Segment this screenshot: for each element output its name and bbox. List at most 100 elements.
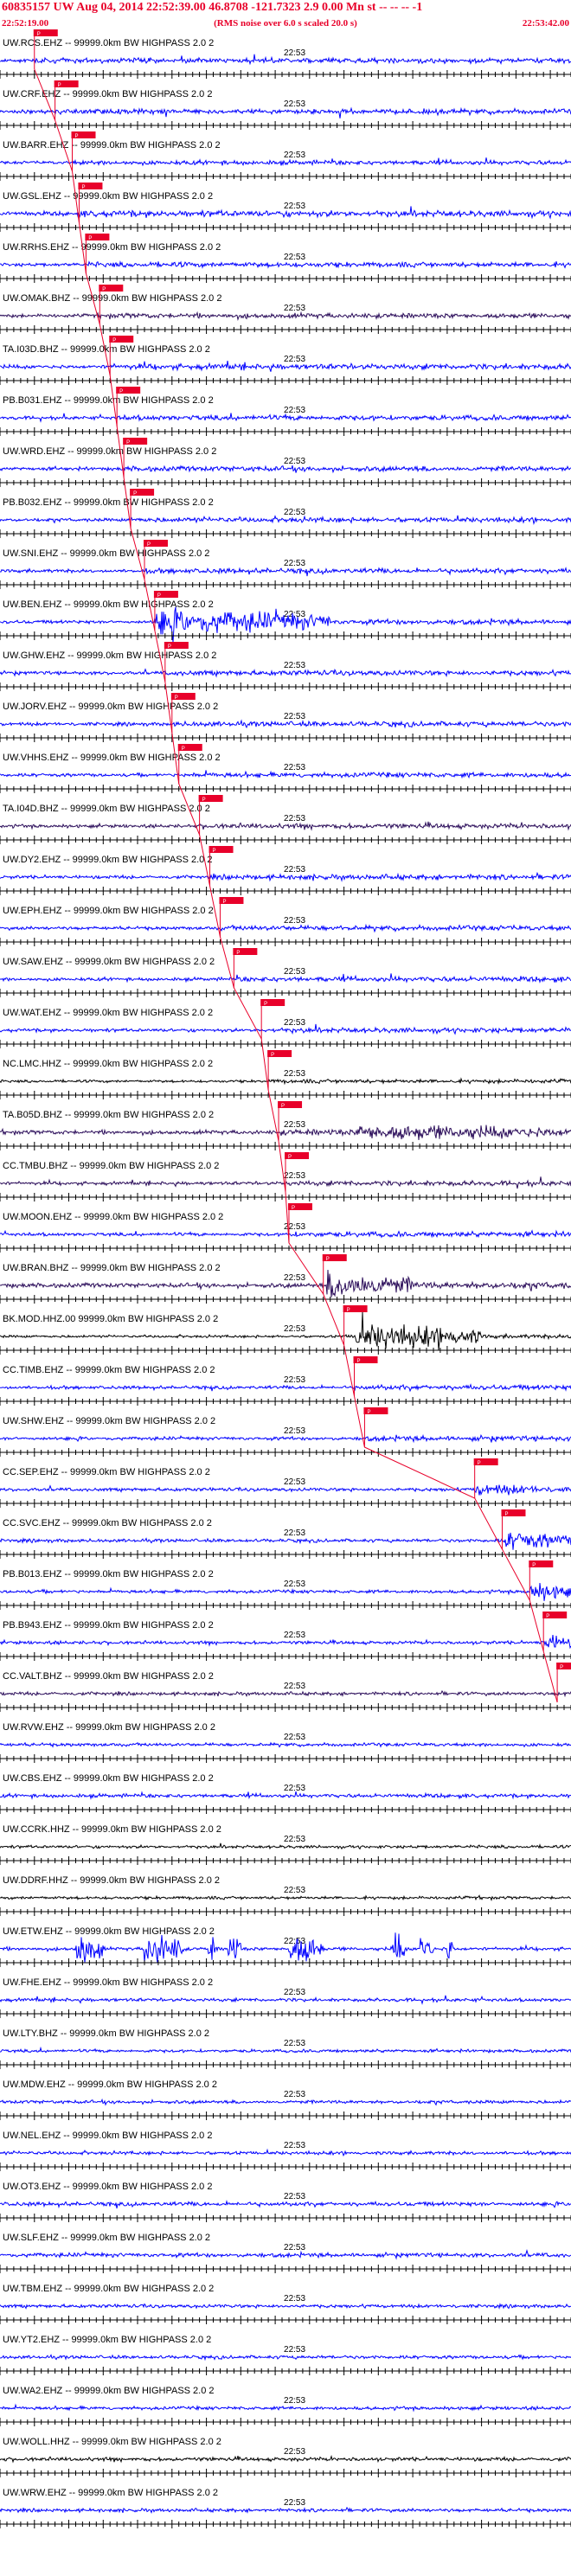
minute-tick-label: 22:53	[284, 1988, 305, 1997]
waveform-trace	[0, 2098, 571, 2106]
minute-tick-label: 22:53	[284, 814, 305, 823]
minute-tick-label: 22:53	[284, 2345, 305, 2355]
waveform-trace	[0, 923, 571, 933]
trace-label: UW.WOLL.HHZ -- 99999.0km BW HIGHPASS 2.0…	[3, 2437, 221, 2447]
pick-flag-label: P	[147, 542, 151, 548]
trace-label: UW.WA2.EHZ -- 99999.0km BW HIGHPASS 2.0 …	[3, 2386, 215, 2396]
pick-flag-label: P	[58, 83, 61, 88]
trace-label: PB.B032.EHZ -- 99999.0km BW HIGHPASS 2.0…	[3, 497, 214, 508]
pick-flag-label: P	[126, 440, 130, 445]
minute-tick-label: 22:53	[284, 865, 305, 875]
waveform-trace	[0, 2454, 571, 2464]
waveform-trace	[0, 2148, 571, 2157]
minute-tick-label: 22:53	[284, 1580, 305, 1589]
pick-flag-label: P	[157, 593, 161, 599]
pick-flag-label: P	[112, 338, 116, 343]
trace-label: UW.RRHS.EHZ -- 99999.0km BW HIGHPASS 2.0…	[3, 242, 221, 253]
trace-label: UW.GSL.EHZ -- 99999.0km BW HIGHPASS 2.0 …	[3, 191, 213, 202]
trace-label: UW.SHW.EHZ -- 99999.0km BW HIGHPASS 2.0 …	[3, 1416, 215, 1426]
waveform-trace	[0, 2303, 571, 2310]
trace-label: TA.B05D.BHZ -- 99999.0km BW HIGHPASS 2.0…	[3, 1110, 214, 1120]
trace-label: TA.I04D.BHZ -- 99999.0km BW HIGHPASS 2.0…	[3, 804, 210, 814]
waveform-trace	[0, 2403, 571, 2413]
trace-label: UW.VHHS.EHZ -- 99999.0km BW HIGHPASS 2.0…	[3, 753, 221, 763]
minute-tick-label: 22:53	[284, 1273, 305, 1283]
trace-label: UW.CCRK.HHZ -- 99999.0km BW HIGHPASS 2.0…	[3, 1824, 221, 1835]
pick-flag-label: P	[367, 1410, 370, 1415]
minute-tick-label: 22:53	[284, 202, 305, 211]
pick-flag-label: P	[119, 389, 123, 394]
minute-tick-label: 22:53	[284, 1784, 305, 1793]
trace-label: UW.MDW.EHZ -- 99999.0km BW HIGHPASS 2.0 …	[3, 2079, 217, 2090]
trace-label: PB.B013.EHZ -- 99999.0km BW HIGHPASS 2.0…	[3, 1569, 214, 1580]
waveform-trace	[0, 2199, 571, 2209]
minute-tick-label: 22:53	[284, 2396, 305, 2406]
trace-label: UW.LTY.BHZ -- 99999.0km BW HIGHPASS 2.0 …	[3, 2028, 209, 2039]
minute-tick-label: 22:53	[284, 1477, 305, 1487]
minute-tick-label: 22:53	[284, 1886, 305, 1895]
minute-tick-label: 22:53	[284, 712, 305, 721]
pick-flag-label: P	[133, 491, 137, 497]
minute-tick-label: 22:53	[284, 661, 305, 670]
trace-label: UW.WRW.EHZ -- 99999.0km BW HIGHPASS 2.0 …	[3, 2488, 218, 2498]
waveform-trace	[0, 311, 571, 321]
pick-flag-label: P	[292, 1206, 295, 1211]
trace-label: TA.I03D.BHZ -- 99999.0km BW HIGHPASS 2.0…	[3, 344, 210, 355]
trace-label: UW.TBM.EHZ -- 99999.0km BW HIGHPASS 2.0 …	[3, 2284, 214, 2294]
pick-flag-label: P	[74, 134, 78, 139]
trace-label: UW.OT3.EHZ -- 99999.0km BW HIGHPASS 2.0 …	[3, 2182, 212, 2192]
pick-flag-label: P	[264, 1002, 267, 1007]
minute-tick-label: 22:53	[284, 2498, 305, 2508]
trace-label: UW.SAW.EHZ -- 99999.0km BW HIGHPASS 2.0 …	[3, 957, 215, 967]
minute-tick-label: 22:53	[284, 916, 305, 926]
waveform-trace	[0, 2354, 571, 2361]
minute-tick-label: 22:53	[284, 1222, 305, 1232]
waveform-trace	[0, 719, 571, 729]
waveform-trace	[0, 1077, 571, 1086]
pick-flag-label: P	[81, 185, 85, 190]
trace-label: UW.YT2.EHZ -- 99999.0km BW HIGHPASS 2.0 …	[3, 2335, 211, 2345]
trace-label: UW.ETW.EHZ -- 99999.0km BW HIGHPASS 2.0 …	[3, 1926, 215, 1937]
minute-tick-label: 22:53	[284, 2090, 305, 2099]
trace-label: UW.NEL.EHZ -- 99999.0km BW HIGHPASS 2.0 …	[3, 2131, 212, 2141]
trace-label: CC.SEP.EHZ -- 99999.0km BW HIGHPASS 2.0 …	[3, 1467, 210, 1477]
waveform-trace	[0, 1894, 571, 1901]
trace-label: UW.WAT.EHZ -- 99999.0km BW HIGHPASS 2.0 …	[3, 1008, 213, 1018]
trace-label: UW.GHW.EHZ -- 99999.0km BW HIGHPASS 2.0 …	[3, 650, 216, 661]
waveform-trace	[0, 1383, 571, 1393]
trace-label: UW.DDRF.HHZ -- 99999.0km BW HIGHPASS 2.0…	[3, 1875, 220, 1886]
trace-label: UW.SLF.EHZ -- 99999.0km BW HIGHPASS 2.0 …	[3, 2233, 210, 2243]
pick-flag-label: P	[532, 1563, 536, 1568]
minute-tick-label: 22:53	[284, 1120, 305, 1130]
trace-label: CC.VALT.BHZ -- 99999.0km BW HIGHPASS 2.0…	[3, 1671, 214, 1682]
minute-tick-label: 22:53	[284, 2192, 305, 2201]
pick-flag-label: P	[478, 1461, 481, 1466]
trace-label: CC.SVC.EHZ -- 99999.0km BW HIGHPASS 2.0 …	[3, 1518, 212, 1528]
trace-label: PB.B943.EHZ -- 99999.0km BW HIGHPASS 2.0…	[3, 1620, 214, 1631]
minute-tick-label: 22:53	[284, 1682, 305, 1691]
pick-flag-label: P	[288, 1155, 292, 1160]
trace-label: UW.WRD.EHZ -- 99999.0km BW HIGHPASS 2.0 …	[3, 446, 216, 457]
trace-label: UW.CBS.EHZ -- 99999.0km BW HIGHPASS 2.0 …	[3, 1773, 214, 1784]
trace-label: NC.LMC.HHZ -- 99999.0km BW HIGHPASS 2.0 …	[3, 1059, 213, 1069]
minute-tick-label: 22:53	[284, 2141, 305, 2150]
pick-flag-label: P	[88, 236, 92, 241]
minute-tick-label: 22:53	[284, 1018, 305, 1028]
trace-label: UW.FHE.EHZ -- 99999.0km BW HIGHPASS 2.0 …	[3, 1977, 213, 1988]
minute-tick-label: 22:53	[284, 967, 305, 977]
pick-flag-label: P	[202, 798, 206, 803]
waveform-trace	[0, 567, 571, 577]
pick-flag-label: P	[236, 951, 240, 956]
minute-tick-label: 22:53	[284, 1426, 305, 1436]
pick-flag-label: P	[37, 32, 41, 37]
minute-tick-label: 22:53	[284, 2294, 305, 2304]
trace-label: UW.BRAN.BHZ -- 99999.0km BW HIGHPASS 2.0…	[3, 1263, 221, 1273]
minute-tick-label: 22:53	[284, 48, 305, 58]
minute-tick-label: 22:53	[284, 1171, 305, 1181]
minute-tick-label: 22:53	[284, 253, 305, 262]
pick-flag-label: P	[182, 747, 185, 752]
minute-tick-label: 22:53	[284, 151, 305, 160]
trace-label: UW.BEN.EHZ -- 99999.0km BW HIGHPASS 2.0 …	[3, 599, 214, 610]
minute-tick-label: 22:53	[284, 457, 305, 466]
minute-tick-label: 22:53	[284, 559, 305, 568]
